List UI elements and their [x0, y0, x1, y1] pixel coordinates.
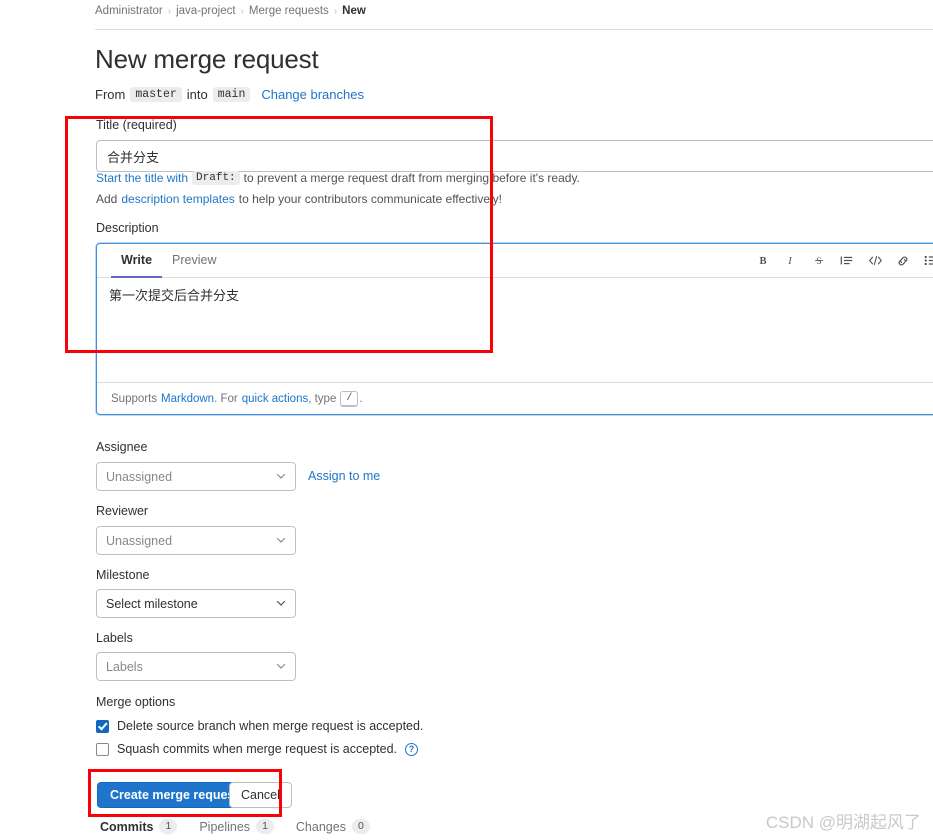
- draft-hint-text: to prevent a merge request draft from me…: [243, 171, 580, 185]
- labels-select[interactable]: Labels: [96, 652, 296, 681]
- description-editor: Write Preview B I S 第一次提交后合并分支 Supports …: [96, 243, 933, 415]
- cancel-button[interactable]: Cancel: [229, 782, 292, 808]
- page-title: New merge request: [95, 44, 319, 74]
- tab-pipelines[interactable]: Pipelines 1: [199, 819, 274, 834]
- breadcrumb-item-merge-requests[interactable]: Merge requests: [249, 5, 329, 17]
- merge-options-label: Merge options: [96, 695, 176, 709]
- chevron-down-icon: [276, 597, 286, 611]
- into-label: into: [186, 87, 208, 102]
- markdown-link[interactable]: Markdown: [161, 393, 214, 405]
- delete-source-branch-checkbox[interactable]: [96, 719, 109, 733]
- title-field-label: Title (required): [96, 118, 177, 132]
- watermark: CSDN @明湖起风了: [765, 813, 921, 832]
- assign-to-me-link[interactable]: Assign to me: [308, 469, 380, 483]
- tab-changes-count: 0: [351, 819, 370, 834]
- new-merge-request-page: Administrator › java-project › Merge req…: [0, 0, 933, 840]
- branch-summary: From master into main Change branches: [95, 87, 364, 102]
- tab-changes-label: Changes: [295, 819, 346, 834]
- markdown-toolbar: B I S: [749, 244, 933, 277]
- description-textarea[interactable]: [97, 278, 933, 382]
- template-hint-suffix: to help your contributors communicate ef…: [238, 192, 502, 206]
- supports-label: Supports: [111, 392, 158, 405]
- description-templates-link[interactable]: description templates: [121, 192, 234, 206]
- quote-icon[interactable]: [833, 244, 861, 278]
- delete-source-branch-row: Delete source branch when merge request …: [96, 719, 423, 733]
- tab-commits[interactable]: Commits 1: [100, 819, 178, 834]
- change-branches-link[interactable]: Change branches: [261, 87, 364, 102]
- svg-text:S: S: [816, 256, 821, 267]
- chevron-down-icon: [276, 470, 286, 484]
- code-icon[interactable]: [861, 244, 889, 278]
- italic-icon[interactable]: I: [777, 244, 805, 278]
- header-divider: [95, 29, 933, 30]
- draft-hint-link[interactable]: Start the title with: [96, 171, 188, 185]
- assignee-label: Assignee: [96, 440, 148, 454]
- tab-commits-count: 1: [159, 819, 178, 834]
- footer-text-b: . For: [214, 392, 238, 405]
- draft-keyword-badge: Draft:: [192, 171, 240, 185]
- assignee-select[interactable]: Unassigned: [96, 462, 296, 491]
- squash-commits-row: Squash commits when merge request is acc…: [96, 742, 418, 756]
- breadcrumb-item-java-project[interactable]: java-project: [176, 5, 235, 17]
- tab-pipelines-label: Pipelines: [199, 819, 251, 834]
- breadcrumb-item-new: New: [342, 5, 366, 17]
- description-editor-footer: Supports Markdown . For quick actions , …: [97, 382, 933, 414]
- reviewer-select[interactable]: Unassigned: [96, 526, 296, 555]
- description-editor-header: Write Preview B I S: [97, 244, 933, 278]
- quick-actions-link[interactable]: quick actions: [242, 393, 308, 405]
- tab-preview[interactable]: Preview: [162, 244, 226, 278]
- svg-text:B: B: [759, 256, 766, 267]
- tab-commits-label: Commits: [100, 819, 154, 834]
- source-branch-badge: master: [130, 87, 182, 102]
- write-preview-tabs: Write Preview: [97, 244, 227, 278]
- bold-icon[interactable]: B: [749, 244, 777, 278]
- breadcrumb-separator-icon: ›: [333, 5, 338, 17]
- squash-commits-text: Squash commits when merge request is acc…: [117, 742, 397, 756]
- target-branch-badge: main: [212, 87, 251, 102]
- delete-source-branch-text: Delete source branch when merge request …: [117, 719, 424, 733]
- footer-text-c: , type: [308, 392, 337, 405]
- description-field-label: Description: [96, 221, 159, 235]
- svg-text:I: I: [787, 256, 792, 267]
- bulleted-list-icon[interactable]: [917, 244, 933, 278]
- breadcrumb-separator-icon: ›: [240, 5, 244, 17]
- chevron-down-icon: [276, 534, 286, 548]
- milestone-label: Milestone: [96, 568, 150, 582]
- link-icon[interactable]: [889, 244, 917, 278]
- mr-detail-tabs: Commits 1 Pipelines 1 Changes 0: [100, 819, 370, 834]
- template-hint-prefix: Add: [96, 192, 118, 206]
- strikethrough-icon[interactable]: S: [805, 244, 833, 278]
- tab-write[interactable]: Write: [111, 244, 163, 278]
- milestone-value: Select milestone: [106, 596, 198, 611]
- reviewer-label: Reviewer: [96, 504, 149, 518]
- milestone-select[interactable]: Select milestone: [96, 589, 296, 618]
- labels-value: Labels: [106, 659, 143, 674]
- tab-changes[interactable]: Changes 0: [296, 819, 370, 834]
- from-label: From: [95, 87, 126, 102]
- draft-hint: Start the title with Draft: to prevent a…: [96, 171, 580, 185]
- help-circle-icon[interactable]: ?: [405, 742, 418, 756]
- footer-text-d: .: [359, 392, 363, 405]
- slash-key-badge: /: [340, 390, 359, 407]
- breadcrumb: Administrator › java-project › Merge req…: [95, 5, 366, 17]
- chevron-down-icon: [276, 660, 286, 674]
- reviewer-value: Unassigned: [106, 533, 173, 548]
- breadcrumb-separator-icon: ›: [167, 5, 172, 17]
- title-input[interactable]: [96, 140, 933, 172]
- assignee-value: Unassigned: [106, 469, 173, 484]
- breadcrumb-item-administrator[interactable]: Administrator: [95, 5, 163, 17]
- tab-pipelines-count: 1: [256, 819, 274, 834]
- labels-label: Labels: [96, 631, 133, 645]
- squash-commits-checkbox[interactable]: [96, 742, 109, 756]
- description-template-hint: Add description templates to help your c…: [96, 192, 502, 206]
